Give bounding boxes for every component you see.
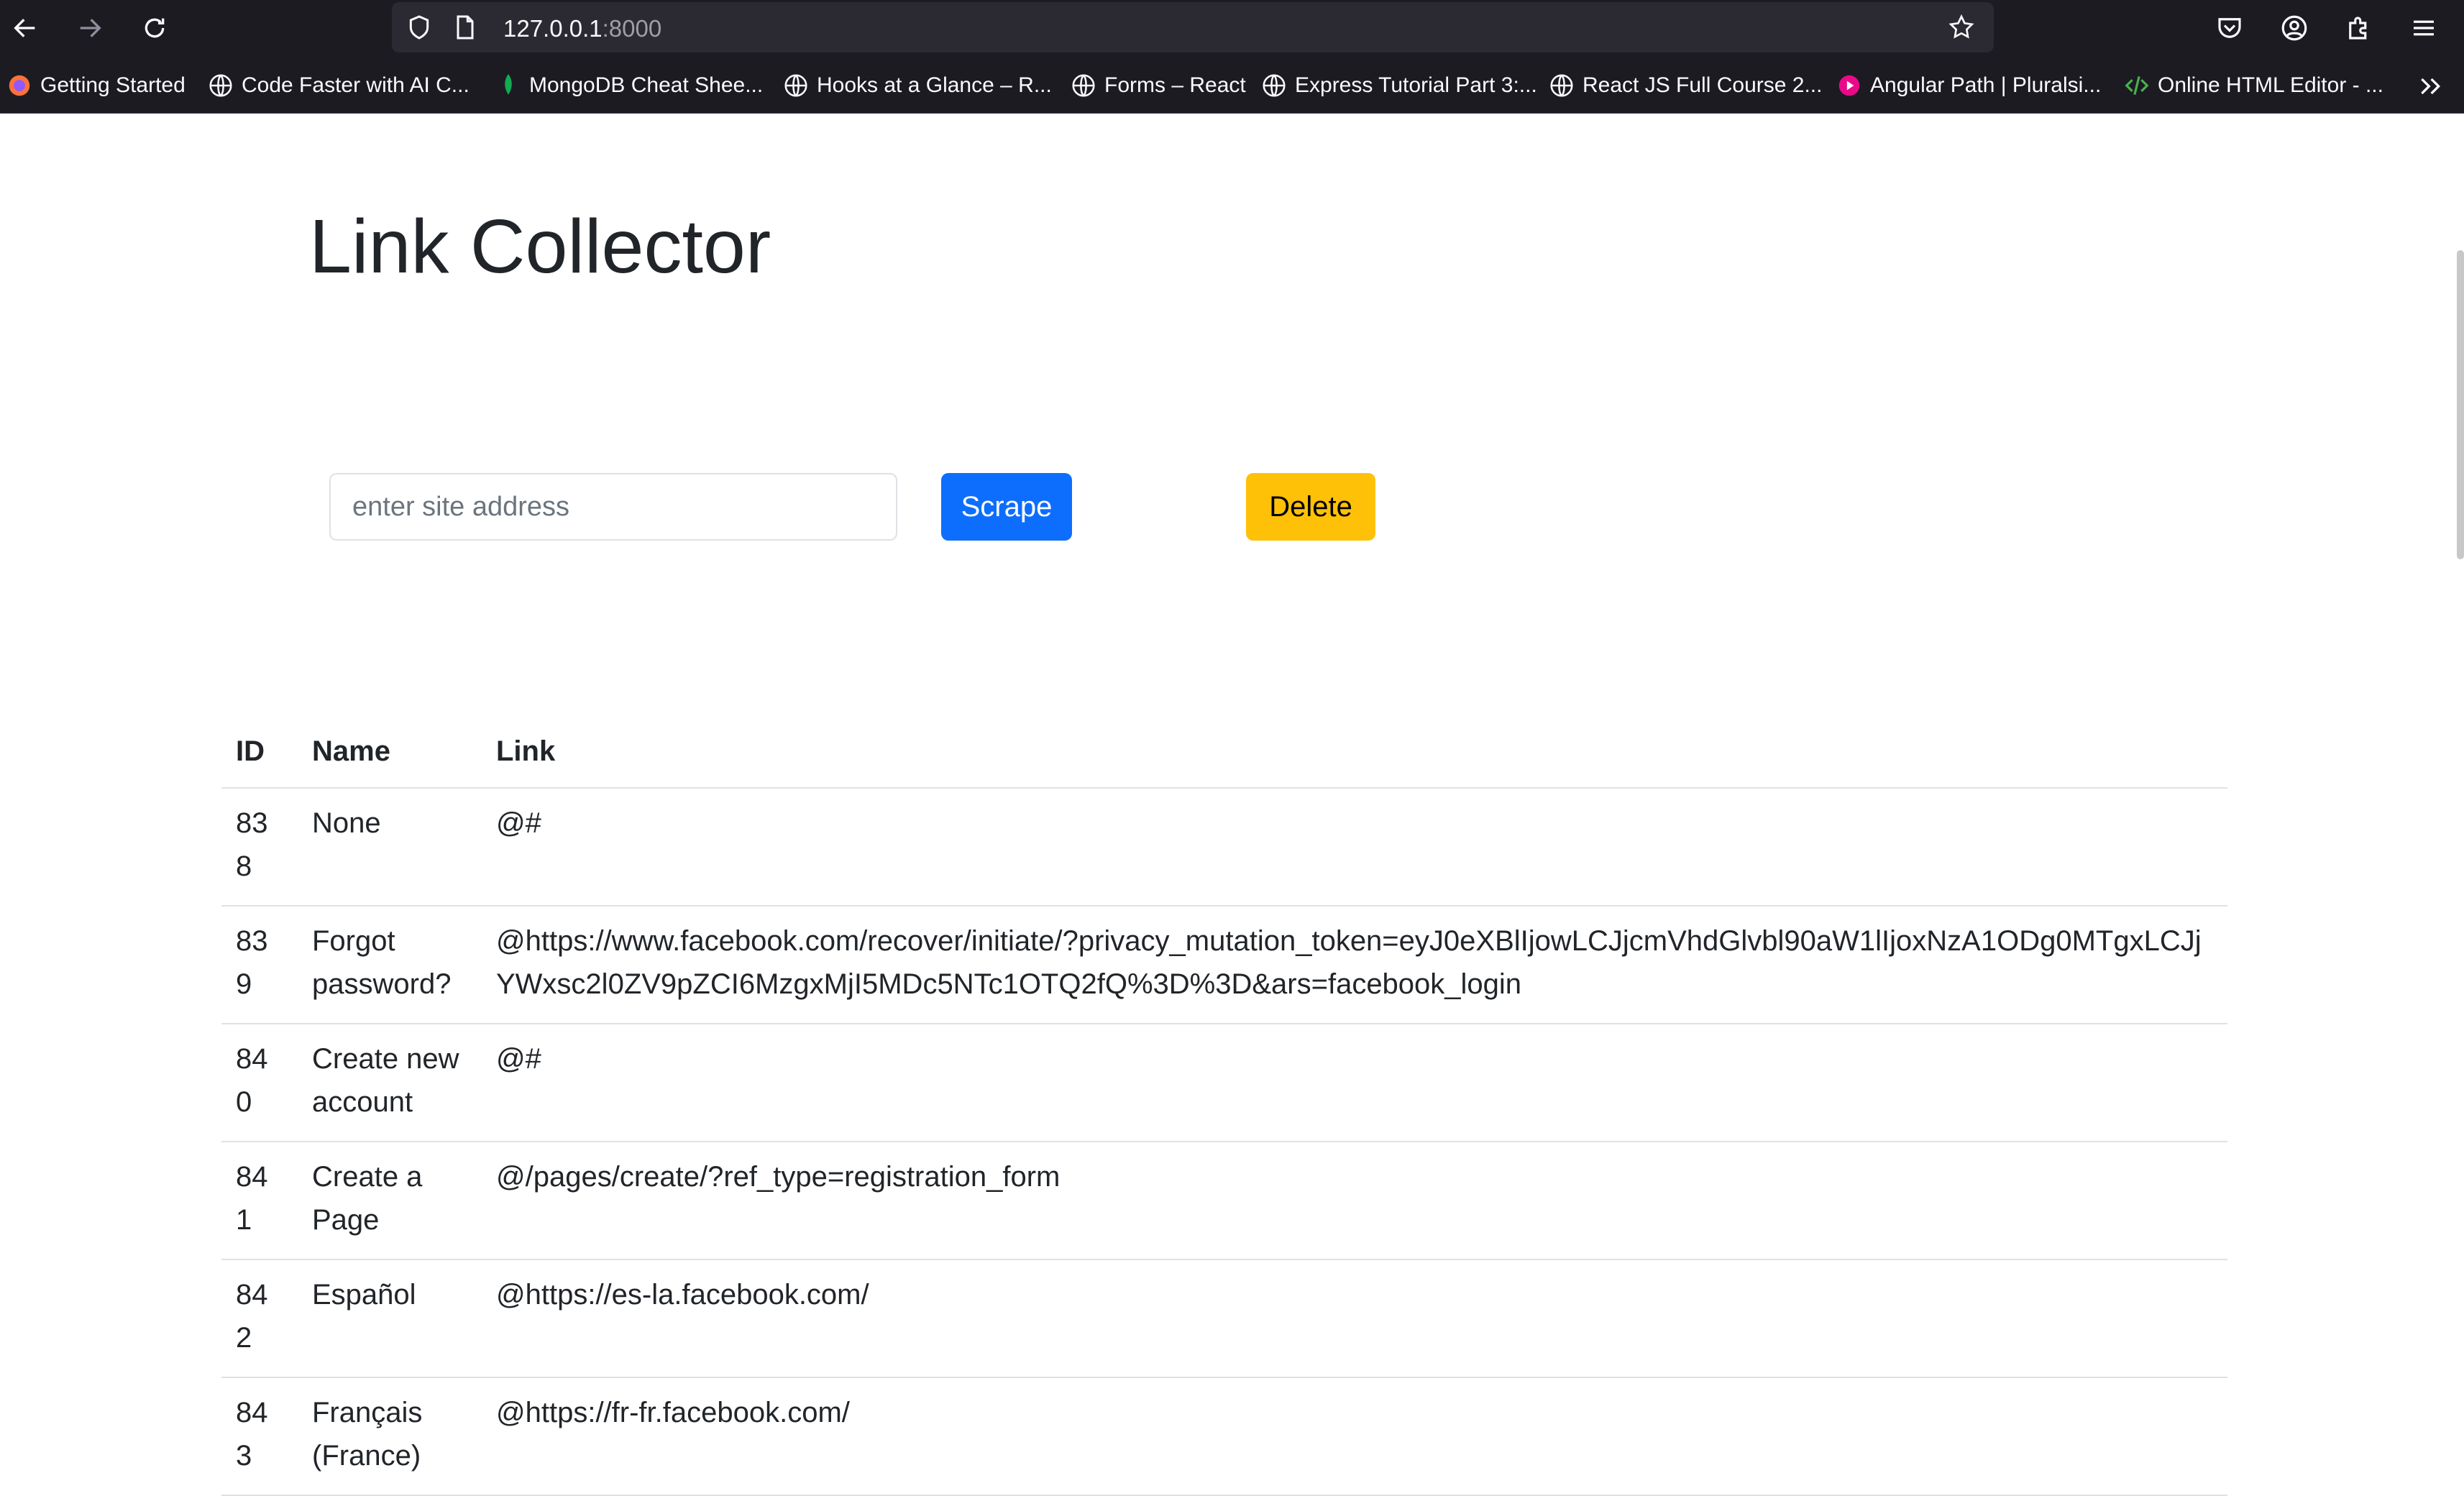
site-address-input[interactable] xyxy=(329,473,897,541)
bookmark-label: Express Tutorial Part 3:... xyxy=(1295,73,1537,97)
delete-button[interactable]: Delete xyxy=(1246,473,1375,541)
page-content: Link Collector Scrape Delete ID Name Lin… xyxy=(0,114,2464,1496)
bookmark-item[interactable]: MongoDB Cheat Shee... xyxy=(495,70,763,101)
globe-icon xyxy=(1550,74,1573,97)
table-row: 842 Español @https://es-la.facebook.com/ xyxy=(221,1259,2227,1378)
bookmark-label: Code Faster with AI C... xyxy=(242,73,470,97)
pluralsight-icon xyxy=(1838,75,1860,96)
bookmark-item[interactable]: Hooks at a Glance – R... xyxy=(782,70,1052,101)
forward-button[interactable] xyxy=(70,9,109,47)
page-info-icon[interactable] xyxy=(451,13,480,42)
reload-button[interactable] xyxy=(135,9,174,47)
cell-link: @/pages/create/?ref_type=registration_fo… xyxy=(482,1142,2227,1260)
cell-id: 839 xyxy=(221,906,298,1024)
globe-icon xyxy=(1263,74,1286,97)
table-row: 841 Create a Page @/pages/create/?ref_ty… xyxy=(221,1142,2227,1260)
bookmark-label: Online HTML Editor - ... xyxy=(2158,73,2383,97)
bookmark-item[interactable]: Online HTML Editor - ... xyxy=(2123,70,2383,101)
bookmark-label: React JS Full Course 2... xyxy=(1583,73,1823,97)
bookmark-label: Getting Started xyxy=(40,73,186,97)
cell-name: Create a Page xyxy=(298,1142,482,1260)
cell-link: @https://fr-fr.facebook.com/ xyxy=(482,1377,2227,1496)
arrow-right-icon xyxy=(80,19,101,37)
cell-id: 843 xyxy=(221,1377,298,1496)
cell-name: None xyxy=(298,788,482,907)
browser-toolbar: 127.0.0.1:8000 xyxy=(0,0,2464,56)
cell-name: Español xyxy=(298,1259,482,1378)
cell-id: 842 xyxy=(221,1259,298,1378)
table-row: 839 Forgot password? @https://www.facebo… xyxy=(221,906,2227,1024)
column-header-link: Link xyxy=(482,716,2227,789)
table-row: 843 Français (France) @https://fr-fr.fac… xyxy=(221,1377,2227,1496)
url-text[interactable]: 127.0.0.1:8000 xyxy=(503,15,661,42)
globe-icon xyxy=(209,74,232,97)
cell-link: @https://es-la.facebook.com/ xyxy=(482,1259,2227,1378)
cell-name: Français (France) xyxy=(298,1377,482,1496)
arrow-left-icon xyxy=(14,19,35,37)
cell-link: @# xyxy=(482,788,2227,907)
column-header-id: ID xyxy=(221,716,298,789)
back-button[interactable] xyxy=(6,9,45,47)
url-port: :8000 xyxy=(602,15,662,42)
account-icon[interactable] xyxy=(2279,13,2309,43)
globe-icon xyxy=(784,74,807,97)
star-bookmark-icon[interactable] xyxy=(1947,13,1976,42)
bookmark-item[interactable]: Code Faster with AI C... xyxy=(207,70,470,101)
cell-link: @# xyxy=(482,1024,2227,1142)
table-header-row: ID Name Link xyxy=(221,716,2227,789)
menu-hamburger-icon[interactable] xyxy=(2409,13,2439,43)
column-header-name: Name xyxy=(298,716,482,789)
url-bar[interactable]: 127.0.0.1:8000 xyxy=(392,2,1994,52)
cell-id: 838 xyxy=(221,788,298,907)
cell-id: 840 xyxy=(221,1024,298,1142)
url-host: 127.0.0.1 xyxy=(503,15,603,42)
bookmark-label: MongoDB Cheat Shee... xyxy=(529,73,764,97)
pocket-icon[interactable] xyxy=(2215,13,2245,43)
bookmark-label: Forms – React xyxy=(1104,73,1246,97)
bookmark-label: Hooks at a Glance – R... xyxy=(817,73,1052,97)
bookmarks-bar: Getting Started Code Faster with AI C...… xyxy=(0,56,2464,114)
table-row: 840 Create new account @# xyxy=(221,1024,2227,1142)
chevron-double-right-icon[interactable] xyxy=(2416,72,2445,101)
page-title: Link Collector xyxy=(309,204,771,289)
bookmark-item[interactable]: Forms – React xyxy=(1070,70,1246,101)
scrape-button[interactable]: Scrape xyxy=(941,473,1072,541)
bookmark-label: Angular Path | Pluralsi... xyxy=(1870,73,2102,97)
cell-name: Create new account xyxy=(298,1024,482,1142)
shield-icon[interactable] xyxy=(405,13,434,42)
mongodb-leaf-icon xyxy=(505,74,512,95)
globe-icon xyxy=(1072,74,1095,97)
code-icon xyxy=(2125,75,2149,96)
bookmark-item[interactable]: Getting Started xyxy=(6,70,186,101)
extensions-icon[interactable] xyxy=(2344,13,2374,43)
cell-link: @https://www.facebook.com/recover/initia… xyxy=(482,906,2227,1024)
bookmark-item[interactable]: Angular Path | Pluralsi... xyxy=(1836,70,2101,101)
reload-icon xyxy=(145,18,165,38)
table-row: 838 None @# xyxy=(221,788,2227,907)
bookmark-item[interactable]: Express Tutorial Part 3:... xyxy=(1260,70,1537,101)
cell-name: Forgot password? xyxy=(298,906,482,1024)
firefox-icon xyxy=(9,75,30,96)
vertical-scrollbar[interactable] xyxy=(2457,250,2464,559)
cell-id: 841 xyxy=(221,1142,298,1260)
bookmark-item[interactable]: React JS Full Course 2... xyxy=(1548,70,1822,101)
links-table: ID Name Link 838 None @# 839 Forgot pass… xyxy=(221,716,2227,1496)
